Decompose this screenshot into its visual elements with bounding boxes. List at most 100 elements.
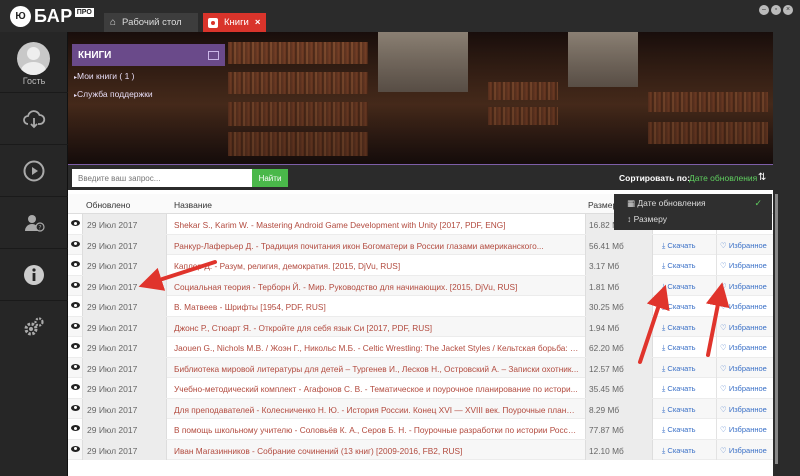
download-link[interactable]: ⤓ Скачать: [662, 425, 696, 435]
heart-icon: ♡: [720, 384, 729, 393]
close-window-button[interactable]: ×: [783, 5, 793, 15]
eye-icon[interactable]: [71, 302, 80, 308]
row-title-link[interactable]: Учебно-методический комплект - Агафонов …: [174, 384, 580, 394]
sort-label: Сортировать по:: [619, 173, 690, 183]
table-row[interactable]: 29 Июл 2017 Социальная теория - Терборн Й…: [68, 275, 773, 296]
table-row[interactable]: 29 Июл 2017 Для преподавателей - Колеснич…: [68, 398, 773, 419]
table-row[interactable]: 29 Июл 2017 В. Матвеев - Шрифты [1954, PD…: [68, 296, 773, 317]
table-row[interactable]: 29 Июл 2017 В помощь школьному учителю - …: [68, 419, 773, 440]
heart-icon: ♡: [720, 281, 729, 291]
home-icon: ⌂: [110, 17, 117, 28]
download-link[interactable]: ⤓ Скачать: [662, 302, 696, 312]
favorite-link[interactable]: ♡ Избранное: [716, 296, 773, 316]
eye-icon[interactable]: [71, 220, 80, 226]
table-row[interactable]: 29 Июл 2017 Ранкур-Лаферьер Д. - Традиция…: [68, 234, 773, 255]
cloud-download-icon[interactable]: [0, 92, 68, 144]
sort-option-date[interactable]: ▦ Дате обновления: [627, 198, 706, 209]
eye-icon[interactable]: [71, 425, 80, 431]
search-button[interactable]: Найти: [252, 169, 288, 187]
eye-icon[interactable]: [71, 281, 80, 288]
row-date: 29 Июл 2017: [82, 378, 167, 398]
support-link[interactable]: Служба поддержки: [72, 89, 225, 99]
column-updated[interactable]: Обновлено: [86, 200, 130, 210]
download-link[interactable]: ⤓ Скачать: [662, 282, 696, 292]
row-title-link[interactable]: Jaouen G., Nichols M.B. / Жоэн Г., Никол…: [174, 343, 580, 353]
favorite-link[interactable]: ♡ Избранное: [716, 255, 773, 275]
favorite-link[interactable]: ♡ Избранное: [716, 316, 773, 337]
row-date: 29 Июл 2017: [82, 439, 167, 460]
row-title-link[interactable]: Для преподавателей - Колесниченко Н. Ю. …: [174, 405, 580, 415]
row-title-link[interactable]: Библиотека мировой литературы для детей …: [174, 364, 580, 374]
row-title-link[interactable]: Социальная теория - Терборн Й. - Мир. Ру…: [174, 282, 580, 292]
tab-books[interactable]: Книги ×: [203, 13, 266, 32]
download-link[interactable]: ⤓ Скачать: [662, 261, 696, 271]
sort-select[interactable]: Дате обновления: [689, 173, 757, 183]
row-title-link[interactable]: Shekar S., Karim W. - Mastering Android …: [174, 220, 580, 230]
row-date: 29 Июл 2017: [82, 398, 167, 419]
tab-close-button[interactable]: ×: [255, 17, 261, 28]
download-link[interactable]: ⤓ Скачать: [662, 364, 696, 374]
restore-button[interactable]: ▫: [771, 5, 781, 15]
favorite-link[interactable]: ♡ Избранное: [716, 337, 773, 357]
table-row[interactable]: 29 Июл 2017 Библиотека мировой литературы…: [68, 357, 773, 378]
avatar[interactable]: [17, 42, 50, 75]
eye-icon[interactable]: [71, 445, 80, 452]
logo-text: БАР: [34, 5, 73, 26]
row-title-link[interactable]: Каплер Д. - Разум, религия, демократия. …: [174, 261, 580, 271]
tab-desktop-label: Рабочий стол: [122, 17, 182, 28]
download-link[interactable]: ⤓ Скачать: [662, 323, 696, 333]
eye-icon[interactable]: [71, 322, 80, 329]
search-input[interactable]: [72, 169, 252, 187]
eye-icon[interactable]: [71, 240, 80, 247]
eye-icon[interactable]: [71, 384, 80, 390]
row-title-link[interactable]: Иван Магазинников - Собрание сочинений (…: [174, 446, 580, 456]
favorite-link[interactable]: ♡ Избранное: [716, 398, 773, 419]
title-bar: Ю БАР ПРО ⌂ Рабочий стол Книги × – ▫ ×: [0, 0, 800, 32]
row-title-link[interactable]: Ранкур-Лаферьер Д. - Традиция почитания …: [174, 241, 580, 251]
favorite-link[interactable]: ♡ Избранное: [716, 378, 773, 398]
row-size: 62.20 Мб: [585, 337, 653, 357]
settings-gears-icon[interactable]: [0, 300, 68, 352]
download-link[interactable]: ⤓ Скачать: [662, 343, 696, 353]
logo-sup: ПРО: [74, 7, 94, 17]
table-row[interactable]: 29 Июл 2017 Джонс Р., Стюарт Я. - Откройт…: [68, 316, 773, 337]
heart-icon: ♡: [720, 240, 729, 250]
tab-books-label: Книги: [224, 17, 249, 28]
info-icon[interactable]: [0, 248, 68, 300]
minimize-button[interactable]: –: [759, 5, 769, 15]
table-row[interactable]: 29 Июл 2017 Иван Магазинников - Собрание …: [68, 439, 773, 460]
column-title[interactable]: Название: [174, 200, 212, 210]
download-link[interactable]: ⤓ Скачать: [662, 446, 696, 456]
favorite-link[interactable]: ♡ Избранное: [716, 419, 773, 439]
table-row[interactable]: 29 Июл 2017 Учебно-методический комплект …: [68, 378, 773, 399]
user-help-icon[interactable]: ?: [0, 196, 68, 248]
play-icon[interactable]: [0, 144, 68, 196]
table-row[interactable]: 29 Июл 2017 Каплер Д. - Разум, религия, д…: [68, 255, 773, 276]
row-title-link[interactable]: Джонс Р., Стюарт Я. - Откройте для себя …: [174, 323, 580, 333]
books-title: КНИГИ: [78, 49, 112, 61]
scrollbar-thumb[interactable]: [775, 194, 778, 464]
favorite-link[interactable]: ♡ Избранное: [716, 275, 773, 296]
download-link[interactable]: ⤓ Скачать: [662, 405, 696, 415]
logo-badge: Ю: [10, 5, 31, 27]
my-books-link[interactable]: Мои книги ( 1 ): [72, 71, 225, 81]
sort-order-icon[interactable]: ⇅: [758, 172, 766, 183]
eye-icon[interactable]: [71, 363, 80, 370]
favorite-link[interactable]: ♡ Избранное: [716, 357, 773, 378]
row-size: 77.87 Мб: [585, 419, 653, 439]
favorite-link[interactable]: ♡ Избранное: [716, 234, 773, 255]
eye-icon[interactable]: [71, 261, 80, 267]
download-link[interactable]: ⤓ Скачать: [662, 384, 696, 394]
books-table: Обновлено Название Размер 29 Июл 2017 She…: [68, 194, 773, 476]
eye-icon[interactable]: [71, 404, 80, 411]
sort-option-size[interactable]: ↕ Размеру: [627, 214, 667, 224]
tab-desktop[interactable]: ⌂ Рабочий стол: [104, 13, 198, 32]
row-title-link[interactable]: В. Матвеев - Шрифты [1954, PDF, RUS]: [174, 302, 580, 312]
table-row[interactable]: 29 Июл 2017 Jaouen G., Nichols M.B. / Жоэ…: [68, 337, 773, 358]
eye-icon[interactable]: [71, 343, 80, 349]
favorite-link[interactable]: ♡ Избранное: [716, 439, 773, 460]
row-date: 29 Июл 2017: [82, 337, 167, 357]
row-title-link[interactable]: В помощь школьному учителю - Соловьёв К.…: [174, 425, 580, 435]
download-link[interactable]: ⤓ Скачать: [662, 241, 696, 251]
column-size[interactable]: Размер: [588, 200, 617, 210]
